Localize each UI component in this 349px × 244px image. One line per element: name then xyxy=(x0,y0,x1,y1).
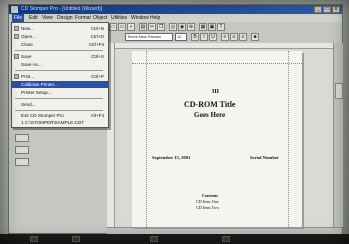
underline-icon[interactable]: U xyxy=(209,33,217,41)
menu-item-exit[interactable]: Exit CD Stomper Pro Alt+F4 xyxy=(12,112,108,119)
new-doc-icon[interactable]: □ xyxy=(109,23,117,31)
roman-numeral[interactable]: III xyxy=(212,89,219,95)
bold-icon[interactable]: B xyxy=(191,33,199,41)
menu-item-new[interactable]: New... Ctrl+N xyxy=(12,25,108,32)
align-right-icon[interactable]: ≡ xyxy=(239,33,247,41)
menu-item-close[interactable]: Close Ctrl+F4 xyxy=(12,41,108,48)
horizontal-ruler xyxy=(114,43,333,49)
menu-separator xyxy=(15,110,103,111)
window-title: CD Stomper Pro - [Untitled (Wizard)] xyxy=(21,6,103,12)
contents-item-2[interactable]: CD Item Two xyxy=(196,205,219,210)
menu-window[interactable]: Window xyxy=(131,14,149,22)
taskbar xyxy=(0,234,349,244)
menu-object[interactable]: Object xyxy=(93,14,107,22)
italic-icon[interactable]: I xyxy=(200,33,208,41)
taskbar-app-icon-3[interactable] xyxy=(222,236,230,242)
menu-item-calibrate-printer[interactable]: Calibrate Printer... xyxy=(12,81,108,88)
file-menu-dropdown: New... Ctrl+N Open... Ctrl+O Close Ctrl+F4 … xyxy=(11,22,109,128)
menu-view[interactable]: View xyxy=(42,14,53,22)
menu-help[interactable]: Help xyxy=(150,14,160,22)
taskbar-app-icon[interactable] xyxy=(72,236,80,242)
menu-edit[interactable]: Edit xyxy=(29,14,38,22)
align-left-icon[interactable]: ≡ xyxy=(221,33,229,41)
menu-separator xyxy=(15,50,103,51)
color-icon[interactable]: ■ xyxy=(251,33,259,41)
app-icon[interactable] xyxy=(11,6,18,13)
menu-separator xyxy=(15,70,103,71)
minimize-button[interactable]: _ xyxy=(314,6,322,13)
menu-item-recent-file[interactable]: 1 C:\STOMPER\SAMPLE.CDT xyxy=(12,119,108,126)
font-select[interactable]: Times New Roman xyxy=(125,33,173,41)
horizontal-scrollbar[interactable] xyxy=(107,227,342,234)
serial-number[interactable]: Serial Number xyxy=(250,155,279,160)
cd-title[interactable]: CD-ROM Title xyxy=(184,100,235,109)
cut-icon[interactable]: ✂ xyxy=(148,23,156,31)
menu-item-printer-setup[interactable]: Printer Setup... xyxy=(12,89,108,96)
document-page[interactable]: III CD-ROM Title Goes Here September 15,… xyxy=(132,51,302,227)
menu-item-save-as[interactable]: Save As... xyxy=(12,61,108,68)
frame-icon[interactable]: ▣ xyxy=(208,23,216,31)
close-button[interactable]: x xyxy=(332,6,340,13)
monitor-screen: CD Stomper Pro - [Untitled (Wizard)] _ □… xyxy=(0,0,349,244)
open-folder-icon[interactable]: ▭ xyxy=(118,23,126,31)
menu-bar: File Edit View Design Format Object Util… xyxy=(9,14,342,22)
contents-heading[interactable]: Contents xyxy=(202,193,218,198)
print-icon[interactable]: ▤ xyxy=(139,23,147,31)
open-icon xyxy=(14,34,19,39)
align-center-icon[interactable]: ≡ xyxy=(230,33,238,41)
scroll-thumb[interactable] xyxy=(335,83,343,99)
menu-design[interactable]: Design xyxy=(57,14,73,22)
title-bar[interactable]: CD Stomper Pro - [Untitled (Wizard)] _ □… xyxy=(9,5,342,14)
copy-icon[interactable]: ❐ xyxy=(157,23,165,31)
size-select[interactable]: 12 xyxy=(175,33,187,41)
menu-item-print[interactable]: Print... Ctrl+P xyxy=(12,73,108,80)
app-window: CD Stomper Pro - [Untitled (Wizard)] _ □… xyxy=(8,4,343,234)
standard-toolbar: □ ▭ ▪ ▤ ✂ ❐ ◎ ◉ ⊕ ▦ ▣ T xyxy=(107,22,342,32)
maximize-button[interactable]: □ xyxy=(323,6,331,13)
menu-item-open[interactable]: Open... Ctrl+O xyxy=(12,33,108,40)
contents-item-1[interactable]: CD Item One xyxy=(196,199,219,204)
margin-guide-left xyxy=(146,51,147,227)
date-text[interactable]: September 15, 2001 xyxy=(152,155,190,160)
margin-guide-right xyxy=(288,51,289,227)
menu-file[interactable]: File xyxy=(12,14,25,22)
vertical-scrollbar[interactable] xyxy=(333,43,343,227)
save-icon[interactable]: ▪ xyxy=(127,23,135,31)
text-tool-icon[interactable]: T xyxy=(217,23,225,31)
menu-item-send[interactable]: Send... xyxy=(12,101,108,108)
menu-utilities[interactable]: Utilities xyxy=(111,14,127,22)
taskbar-app-icon-2[interactable] xyxy=(150,236,158,242)
disc-icon[interactable]: ◎ xyxy=(169,23,177,31)
menu-format[interactable]: Format xyxy=(75,14,91,22)
new-icon xyxy=(14,26,19,31)
menu-separator xyxy=(15,98,103,99)
disc-label-icon[interactable]: ◉ xyxy=(178,23,186,31)
menu-item-save[interactable]: Save Ctrl+S xyxy=(12,53,108,60)
save-icon xyxy=(14,54,19,59)
zoom-icon[interactable]: ⊕ xyxy=(187,23,195,31)
panel-button-3[interactable] xyxy=(15,158,29,166)
print-icon xyxy=(14,74,19,79)
panel-button-1[interactable] xyxy=(15,134,29,142)
taskbar-start-icon[interactable] xyxy=(30,236,38,242)
image-icon[interactable]: ▦ xyxy=(199,23,207,31)
cd-subtitle[interactable]: Goes Here xyxy=(194,111,225,119)
margin-guide-top xyxy=(132,63,302,64)
left-tool-panel xyxy=(11,126,107,233)
panel-button-2[interactable] xyxy=(15,146,29,154)
